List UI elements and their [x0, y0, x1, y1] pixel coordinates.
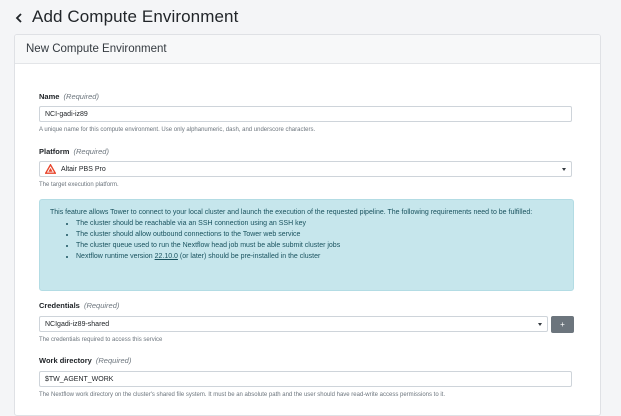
credentials-label: Credentials (Required): [39, 301, 119, 310]
page-header: Add Compute Environment: [0, 0, 621, 34]
nextflow-version-link[interactable]: 22.10.0: [155, 253, 178, 260]
requirement-text-prefix: Nextflow runtime version: [76, 253, 155, 260]
work-directory-label-text: Work directory: [39, 356, 92, 365]
name-label-text: Name: [39, 92, 60, 101]
requirements-info-box: This feature allows Tower to connect to …: [39, 199, 574, 291]
info-intro: This feature allows Tower to connect to …: [50, 209, 533, 216]
card-header: New Compute Environment: [15, 35, 600, 64]
credentials-label-text: Credentials: [39, 301, 80, 310]
chevron-down-icon: [538, 323, 542, 326]
work-directory-required: (Required): [95, 356, 132, 365]
requirement-item: Nextflow runtime version 22.10.0 (or lat…: [76, 251, 563, 262]
requirement-item: The cluster queue used to run the Nextfl…: [76, 240, 563, 251]
platform-required: (Required): [73, 147, 109, 156]
work-directory-input-value: $TW_AGENT_WORK: [45, 375, 114, 383]
add-credentials-button[interactable]: +: [551, 316, 574, 333]
name-label: Name (Required): [39, 92, 99, 101]
name-required: (Required): [63, 92, 99, 101]
chevron-down-icon: [562, 168, 566, 171]
altair-pbs-icon: [45, 164, 56, 174]
work-directory-input[interactable]: $TW_AGENT_WORK: [39, 371, 572, 387]
requirements-list: The cluster should be reachable via an S…: [50, 218, 563, 262]
credentials-select[interactable]: NCIgadi-iz89-shared: [39, 316, 548, 332]
platform-label: Platform (Required): [39, 147, 109, 156]
requirement-item: The cluster should be reachable via an S…: [76, 218, 563, 229]
work-directory-label: Work directory (Required): [39, 356, 131, 365]
platform-label-text: Platform: [39, 147, 70, 156]
name-input-value: NCI-gadi-iz89: [45, 110, 88, 118]
name-helper: A unique name for this compute environme…: [39, 127, 316, 133]
requirement-item: The cluster should allow outbound connec…: [76, 229, 563, 240]
page-title: Add Compute Environment: [32, 7, 239, 26]
back-chevron-icon[interactable]: [14, 11, 24, 25]
work-directory-helper: The Nextflow work directory on the clust…: [39, 392, 446, 398]
platform-select[interactable]: Altair PBS Pro: [39, 161, 572, 177]
name-input[interactable]: NCI-gadi-iz89: [39, 106, 572, 122]
requirement-text-suffix: (or later) should be pre-installed in th…: [177, 253, 321, 260]
credentials-select-value: NCIgadi-iz89-shared: [45, 320, 110, 328]
credentials-required: (Required): [83, 301, 120, 310]
platform-helper: The target execution platform.: [39, 182, 119, 188]
credentials-helper: The credentials required to access this …: [39, 337, 163, 343]
platform-select-value: Altair PBS Pro: [61, 165, 106, 173]
card-title: New Compute Environment: [26, 43, 167, 55]
